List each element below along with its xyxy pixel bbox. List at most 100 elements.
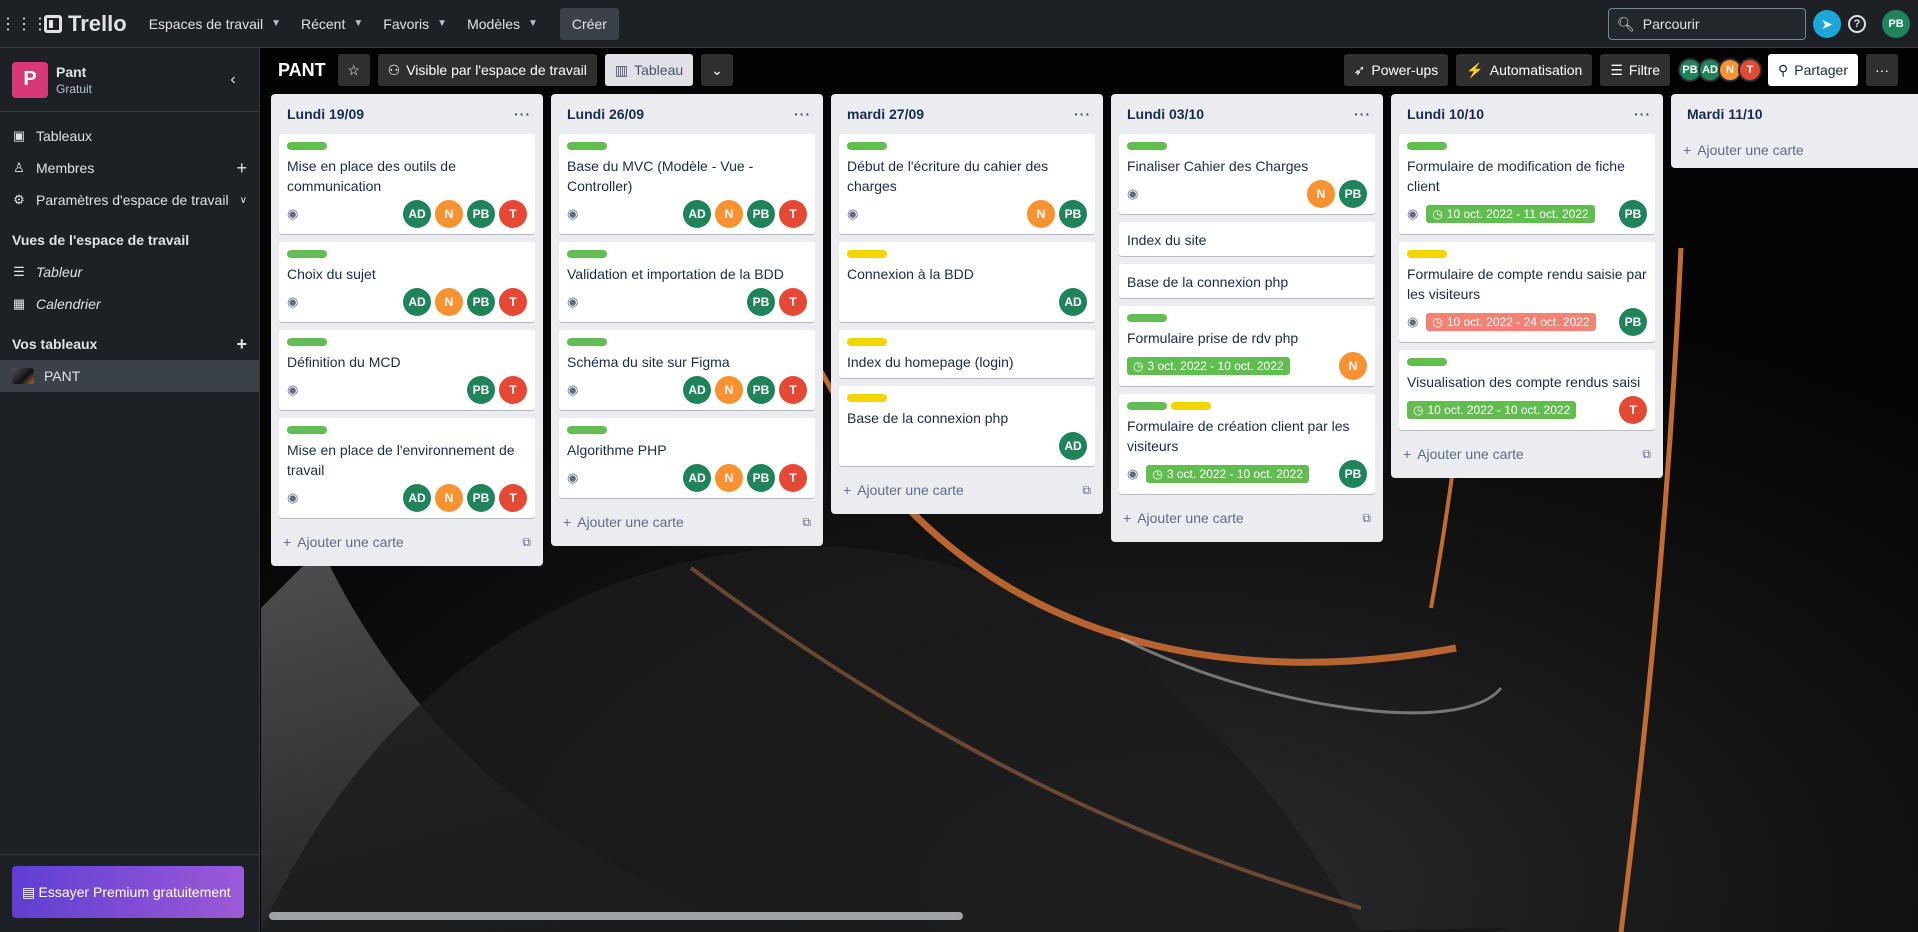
sidebar-item-settings[interactable]: ⚙ Paramètres d'espace de travail ∨ — [0, 184, 259, 216]
search-input[interactable]: 🔍︎ Parcourir — [1608, 8, 1806, 40]
card-template-icon[interactable]: ⧉ — [1362, 511, 1371, 526]
member-avatar[interactable]: N — [435, 288, 463, 316]
member-avatar[interactable]: N — [715, 200, 743, 228]
card-label-green[interactable] — [567, 142, 607, 150]
member-avatar[interactable]: PB — [467, 288, 495, 316]
card[interactable]: Algorithme PHP ◉ AD N PB T — [559, 418, 815, 498]
menu-workspaces[interactable]: Espaces de travail ▼ — [139, 8, 291, 40]
workspace-name[interactable]: Pant — [56, 64, 92, 80]
card-label-green[interactable] — [1407, 358, 1447, 366]
card-label-green[interactable] — [287, 338, 327, 346]
member-avatar[interactable]: N — [1307, 180, 1335, 208]
member-avatar[interactable]: PB — [467, 200, 495, 228]
notifications-icon[interactable]: ➤ — [1813, 10, 1841, 38]
member-avatar[interactable]: AD — [1059, 432, 1087, 460]
card[interactable]: Définition du MCD ◉ PB T — [279, 330, 535, 410]
card-label-green[interactable] — [847, 142, 887, 150]
sidebar-item-members[interactable]: ♙ Membres + — [0, 152, 259, 184]
member-avatar[interactable]: T — [779, 200, 807, 228]
member-avatar[interactable]: PB — [747, 464, 775, 492]
member-avatar[interactable]: N — [715, 376, 743, 404]
view-dropdown-button[interactable]: ⌄ — [701, 54, 734, 86]
card-label-green[interactable] — [1127, 314, 1167, 322]
due-date-badge[interactable]: ◷ 10 oct. 2022 - 11 oct. 2022 — [1426, 205, 1595, 223]
card-label-green[interactable] — [1127, 142, 1167, 150]
member-avatar[interactable]: AD — [403, 288, 431, 316]
card[interactable]: Mise en place de l'environnement de trav… — [279, 418, 535, 518]
add-card-button[interactable]: + Ajouter une carte ⧉ — [1111, 502, 1383, 534]
card-label-green[interactable] — [567, 426, 607, 434]
card-label-green[interactable] — [287, 142, 327, 150]
card[interactable]: Formulaire prise de rdv php ◷ 3 oct. 2022 … — [1119, 306, 1375, 386]
card[interactable]: Finaliser Cahier des Charges ◉ N PB — [1119, 134, 1375, 214]
member-avatar[interactable]: AD — [683, 376, 711, 404]
member-avatar[interactable]: N — [715, 464, 743, 492]
workspace-avatar[interactable]: P — [12, 61, 48, 98]
member-avatar[interactable]: N — [435, 200, 463, 228]
card[interactable]: Formulaire de compte rendu saisie par le… — [1399, 242, 1655, 342]
card[interactable]: Mise en place des outils de communicatio… — [279, 134, 535, 234]
create-button[interactable]: Créer — [559, 7, 619, 40]
member-avatar[interactable]: N — [1027, 200, 1055, 228]
card[interactable]: Schéma du site sur Figma ◉ AD N PB T — [559, 330, 815, 410]
due-date-badge[interactable]: ◷ 10 oct. 2022 - 24 oct. 2022 — [1426, 313, 1596, 331]
list-menu-icon[interactable]: ··· — [1074, 106, 1091, 122]
help-icon[interactable]: ? — [1848, 15, 1866, 33]
add-card-button[interactable]: + Ajouter une carte ⧉ — [551, 506, 823, 538]
member-avatar[interactable]: T — [499, 484, 527, 512]
member-avatar[interactable]: N — [435, 484, 463, 512]
due-date-badge[interactable]: ◷ 3 oct. 2022 - 10 oct. 2022 — [1146, 465, 1309, 483]
member-avatar[interactable]: PB — [747, 376, 775, 404]
card-template-icon[interactable]: ⧉ — [522, 535, 531, 550]
member-avatar[interactable]: PB — [747, 200, 775, 228]
card-label-green[interactable] — [567, 250, 607, 258]
board-title[interactable]: PANT — [273, 60, 326, 81]
member-avatar[interactable]: AD — [683, 200, 711, 228]
due-date-badge[interactable]: ◷ 3 oct. 2022 - 10 oct. 2022 — [1127, 357, 1290, 375]
card-label-green[interactable] — [567, 338, 607, 346]
member-avatar[interactable]: AD — [403, 484, 431, 512]
card[interactable]: Base du MVC (Modèle - Vue - Controller) ◉… — [559, 134, 815, 234]
card[interactable]: Base de la connexion php — [1119, 264, 1375, 298]
member-avatar[interactable]: T — [499, 376, 527, 404]
try-premium-button[interactable]: ▤ Essayer Premium gratuitement — [12, 866, 244, 918]
due-date-badge[interactable]: ◷ 10 oct. 2022 - 10 oct. 2022 — [1407, 401, 1577, 419]
sidebar-item-calendar-view[interactable]: ▦ Calendrier — [0, 288, 259, 320]
sidebar-item-boards[interactable]: ▣ Tableaux — [0, 120, 259, 152]
card[interactable]: Formulaire de modification de fiche clie… — [1399, 134, 1655, 234]
add-card-button[interactable]: + Ajouter une carte ⧉ — [831, 474, 1103, 506]
powerups-button[interactable]: ➶ Power-ups — [1343, 54, 1449, 86]
card-label-yellow[interactable] — [1171, 402, 1211, 410]
member-avatar[interactable]: PB — [1059, 200, 1087, 228]
card[interactable]: Choix du sujet ◉ AD N PB T — [279, 242, 535, 322]
card-label-yellow[interactable] — [847, 250, 887, 258]
star-board-button[interactable]: ☆ — [337, 54, 370, 86]
member-avatar[interactable]: T — [779, 464, 807, 492]
list-title[interactable]: mardi 27/09 — [847, 106, 924, 122]
view-switcher-button[interactable]: ▥ Tableau — [604, 54, 694, 86]
card[interactable]: Index du homepage (login) — [839, 330, 1095, 378]
card[interactable]: Validation et importation de la BDD ◉ PB T — [559, 242, 815, 322]
card-label-yellow[interactable] — [847, 338, 887, 346]
card-label-yellow[interactable] — [1407, 250, 1447, 258]
card[interactable]: Connexion à la BDD AD — [839, 242, 1095, 322]
add-board-icon[interactable]: + — [236, 334, 247, 355]
app-switcher-icon[interactable]: ⋮⋮⋮ — [0, 8, 48, 40]
menu-templates[interactable]: Modèles ▼ — [457, 8, 548, 40]
card-label-green[interactable] — [287, 426, 327, 434]
filter-button[interactable]: ☰ Filtre — [1600, 54, 1671, 86]
member-avatar[interactable]: AD — [683, 464, 711, 492]
menu-recent[interactable]: Récent ▼ — [291, 8, 373, 40]
member-avatar[interactable]: PB — [747, 288, 775, 316]
list-menu-icon[interactable]: ··· — [794, 106, 811, 122]
member-avatar[interactable]: PB — [467, 376, 495, 404]
list-menu-icon[interactable]: ··· — [1634, 106, 1651, 122]
list-title[interactable]: Lundi 03/10 — [1127, 106, 1204, 122]
card-label-yellow[interactable] — [847, 394, 887, 402]
member-avatar[interactable]: T — [779, 376, 807, 404]
share-button[interactable]: ⚲ Partager — [1768, 54, 1858, 86]
card-template-icon[interactable]: ⧉ — [1082, 483, 1091, 498]
menu-favorites[interactable]: Favoris ▼ — [373, 8, 457, 40]
member-avatar[interactable]: PB — [1339, 180, 1367, 208]
card[interactable]: Début de l'écriture du cahier des charge… — [839, 134, 1095, 234]
